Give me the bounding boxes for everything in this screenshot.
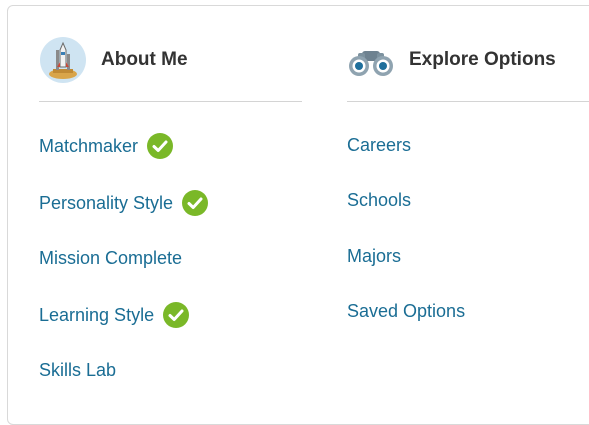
explore-options-header: Explore Options <box>347 6 589 102</box>
link-label: Careers <box>347 134 412 155</box>
link-label: Saved Options <box>347 300 466 321</box>
check-circle-icon <box>163 302 190 328</box>
link-saved-options[interactable]: Saved Options <box>347 297 465 325</box>
rocket-launch-icon <box>39 36 87 89</box>
link-matchmaker[interactable]: Matchmaker <box>39 132 174 160</box>
check-circle-icon <box>147 133 174 159</box>
link-label: Majors <box>347 245 402 266</box>
link-personality-style[interactable]: Personality Style <box>39 189 209 217</box>
about-me-header: About Me <box>39 6 302 102</box>
link-skills-lab[interactable]: Skills Lab <box>39 356 116 384</box>
binoculars-icon <box>347 49 395 82</box>
link-mission-complete[interactable]: Mission Complete <box>39 244 182 272</box>
link-label: Learning Style <box>39 304 155 325</box>
explore-options-column: Explore Options Careers Schools Majors S… <box>347 6 589 321</box>
check-circle-icon <box>182 190 209 216</box>
link-majors[interactable]: Majors <box>347 242 401 270</box>
explore-options-title: Explore Options <box>409 49 556 70</box>
link-careers[interactable]: Careers <box>347 131 411 159</box>
link-label: Skills Lab <box>39 359 117 380</box>
link-learning-style[interactable]: Learning Style <box>39 301 190 329</box>
link-label: Mission Complete <box>39 247 183 268</box>
dashboard-panel: About Me Matchmaker Personality Style Mi… <box>7 5 589 425</box>
link-schools[interactable]: Schools <box>347 186 411 214</box>
link-label: Matchmaker <box>39 135 139 156</box>
about-me-title: About Me <box>101 49 188 70</box>
link-label: Schools <box>347 189 412 210</box>
link-label: Personality Style <box>39 192 174 213</box>
about-me-column: About Me Matchmaker Personality Style Mi… <box>39 6 302 380</box>
